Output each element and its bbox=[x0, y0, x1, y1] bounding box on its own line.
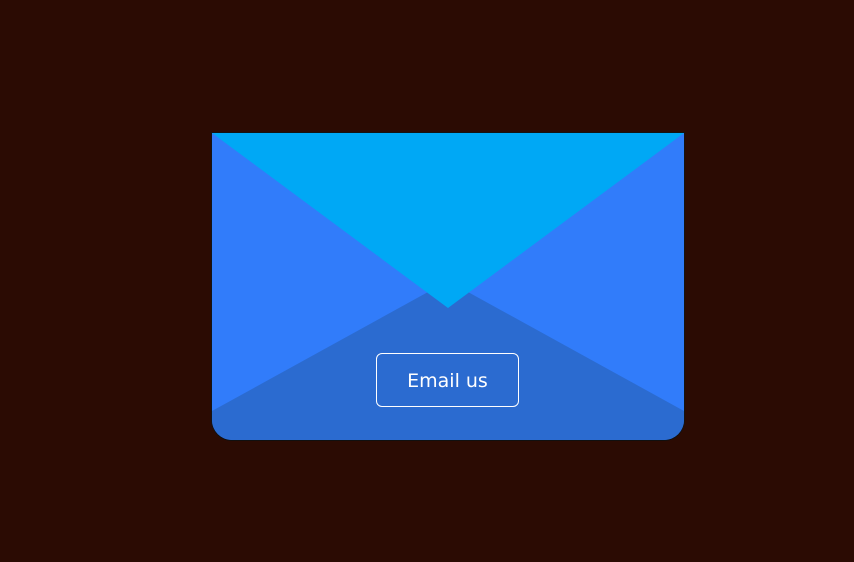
email-us-button[interactable]: Email us bbox=[376, 353, 519, 407]
envelope-card: Email us bbox=[212, 133, 684, 440]
